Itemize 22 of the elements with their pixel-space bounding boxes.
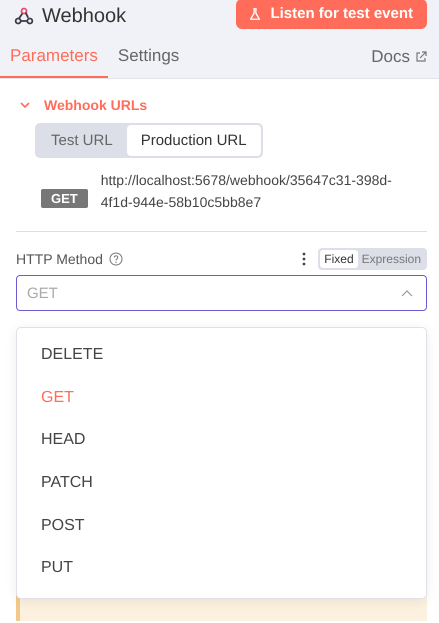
chevron-icon[interactable] bbox=[20, 100, 30, 110]
field-label: HTTP Method bbox=[16, 251, 103, 267]
webhook-url[interactable]: http://localhost:5678/webhook/35647c31-398d-4f1d-944e-58b10c5bb8e7 bbox=[100, 169, 393, 213]
method-badge: GET bbox=[41, 189, 88, 208]
flask-icon bbox=[248, 6, 262, 20]
help-icon[interactable] bbox=[108, 252, 123, 266]
node-title: Webhook bbox=[42, 4, 126, 28]
url-tab[interactable]: Production URL bbox=[126, 125, 261, 156]
menu-option[interactable]: DELETE bbox=[17, 334, 426, 377]
external-link-icon bbox=[415, 51, 427, 63]
menu-option[interactable]: POST bbox=[17, 504, 426, 548]
tab[interactable]: Settings bbox=[108, 46, 190, 78]
method-select[interactable]: GET bbox=[16, 275, 427, 311]
menu-option[interactable]: PATCH bbox=[17, 462, 426, 505]
url-tab[interactable]: Test URL bbox=[37, 125, 127, 156]
docs-link[interactable]: Docs bbox=[371, 47, 427, 78]
section-title: Webhook URLs bbox=[44, 97, 148, 113]
webhook-icon bbox=[14, 6, 34, 26]
mode-option[interactable]: Fixed bbox=[320, 250, 358, 268]
more-icon[interactable] bbox=[302, 252, 306, 266]
menu-option[interactable]: PUT bbox=[17, 547, 426, 590]
menu-option[interactable]: HEAD bbox=[17, 419, 426, 462]
